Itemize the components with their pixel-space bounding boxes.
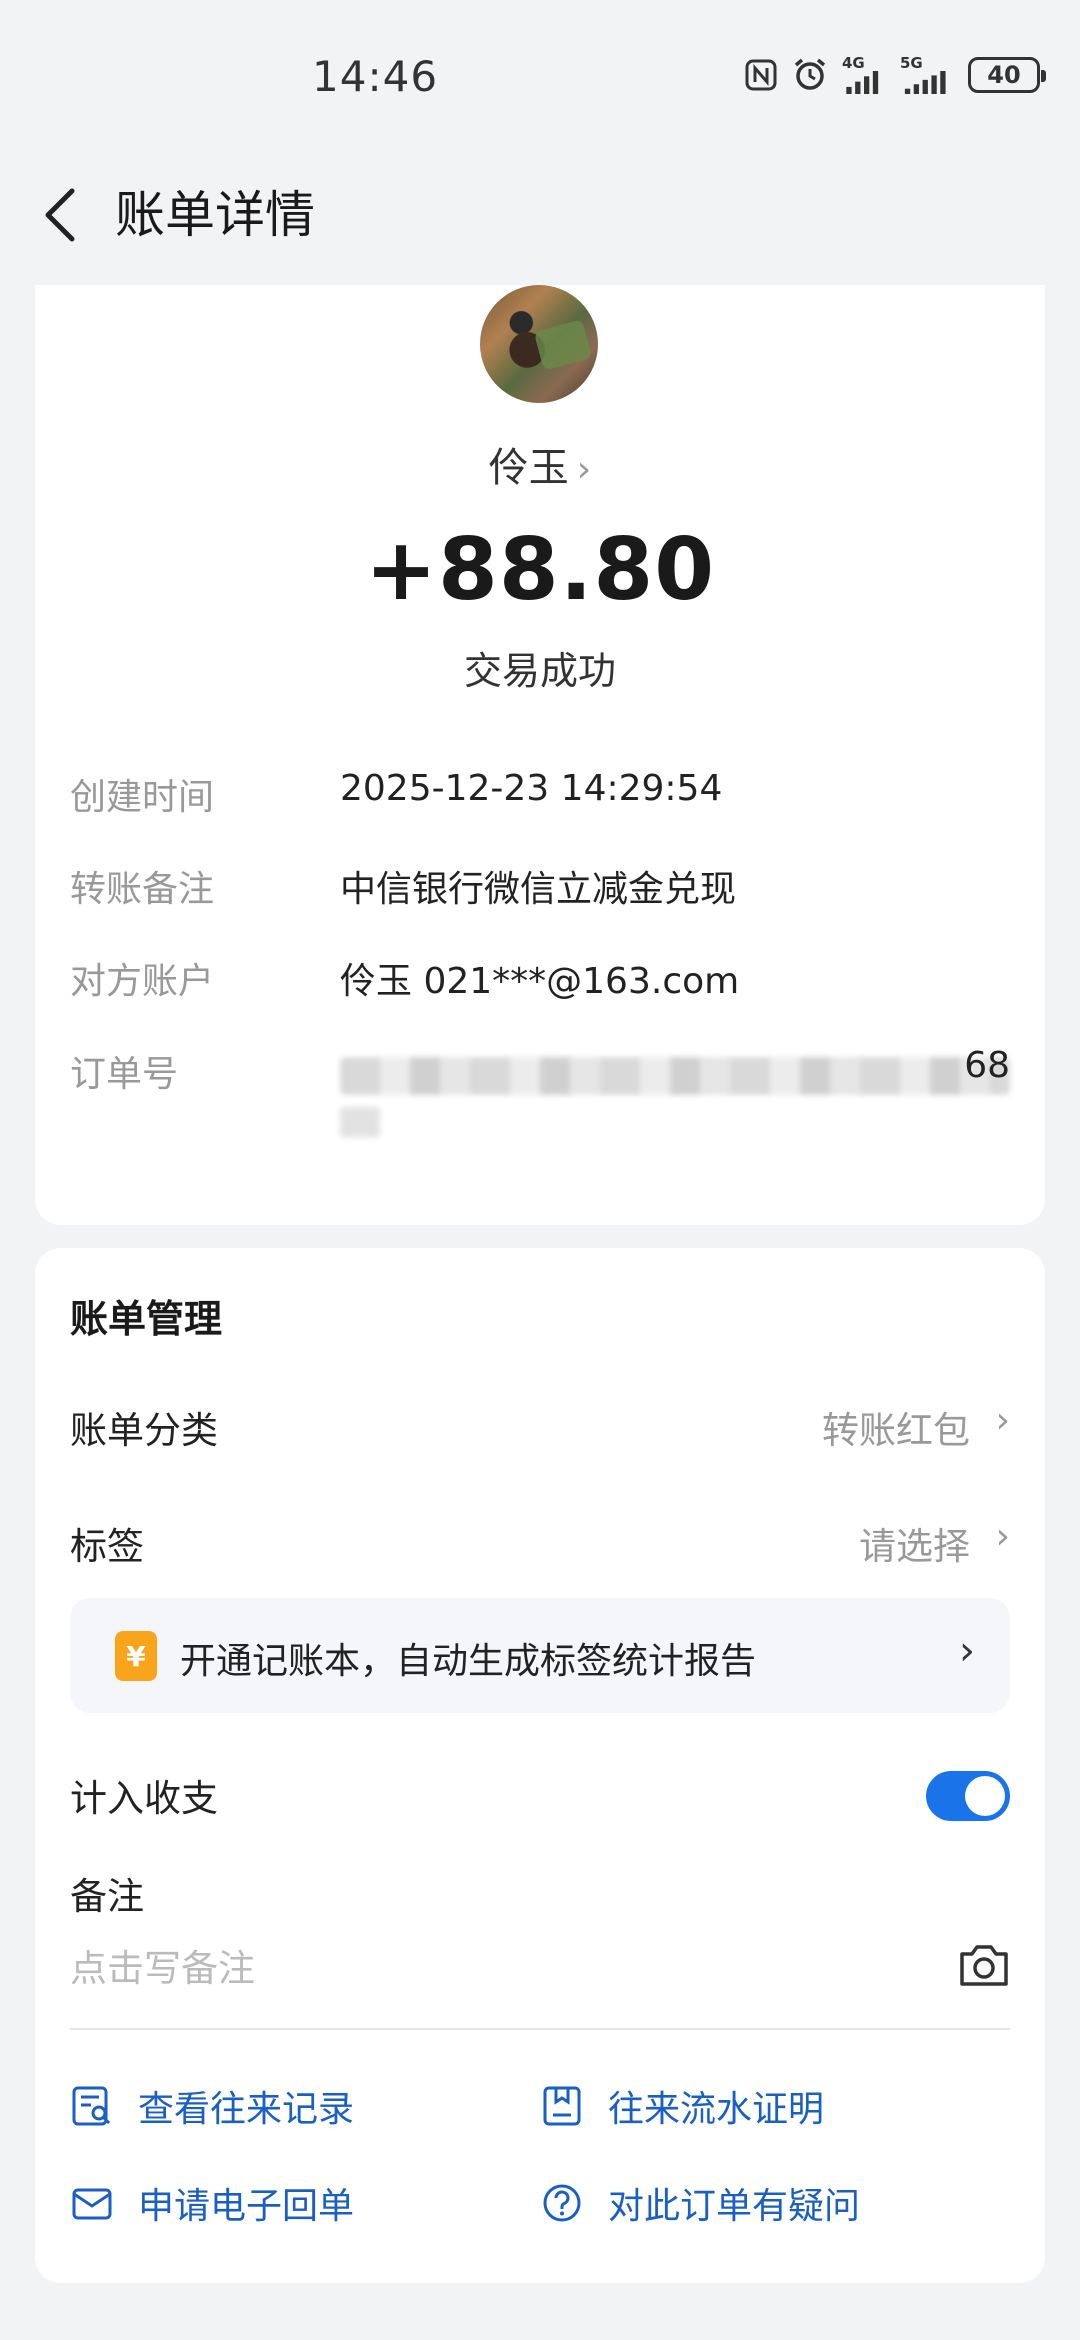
net-label-5g: 5G — [900, 54, 923, 72]
transaction-status: 交易成功 — [463, 649, 616, 693]
promo-text: 开通记账本，自动生成标签统计报告 — [180, 1641, 757, 1682]
signal-5g-icon: 5G — [900, 56, 954, 94]
bill-management-card: 账单管理 账单分类 转账红包 › 标签 请选择 › ¥ 开通记账本，自动生成标签… — [35, 1248, 1045, 2283]
battery-level: 40 — [987, 61, 1021, 89]
question-icon — [540, 2181, 584, 2225]
bill-category-row[interactable]: 账单分类 转账红包 › — [70, 1400, 1010, 1460]
chevron-right-icon: › — [959, 1628, 975, 1674]
record-search-icon — [70, 2084, 114, 2128]
note-input[interactable]: 点击写备注 — [70, 1938, 255, 1992]
status-bar: 14:46 4G 5G 40 — [0, 0, 1080, 150]
detail-label: 转账备注 — [70, 869, 215, 910]
nfc-icon — [744, 56, 778, 94]
yuan-note-icon: ¥ — [115, 1631, 157, 1681]
action-label: 对此订单有疑问 — [608, 2186, 861, 2227]
status-time: 14:46 — [312, 52, 439, 101]
income-expense-row: 计入收支 — [70, 1768, 1010, 1828]
detail-label: 对方账户 — [70, 961, 215, 1002]
tag-row[interactable]: 标签 请选择 › — [70, 1516, 1010, 1576]
mail-icon — [70, 2181, 114, 2225]
order-number-tail[interactable]: 68 — [964, 1045, 1010, 1086]
battery-icon: 40 — [968, 57, 1046, 93]
note-row: 备注 — [70, 1866, 1010, 1926]
status-icons: 4G 5G 40 — [744, 56, 1046, 94]
income-expense-label: 计入收支 — [70, 1777, 218, 1820]
transaction-card: 伶玉 › +88.80 交易成功 创建时间 2025-12-23 14:29:54… — [35, 285, 1045, 1225]
detail-label: 创建时间 — [70, 777, 215, 818]
transaction-amount: +88.80 — [364, 520, 716, 620]
order-number-redacted-line2 — [340, 1107, 380, 1137]
action-label: 查看往来记录 — [138, 2089, 355, 2130]
tag-value: 请选择 — [859, 1525, 970, 1568]
income-expense-toggle[interactable] — [926, 1771, 1010, 1821]
chevron-right-icon: › — [576, 449, 592, 490]
chevron-left-icon — [45, 188, 75, 242]
bill-category-label: 账单分类 — [70, 1409, 218, 1452]
detail-value[interactable]: 2025-12-23 14:29:54 — [340, 768, 722, 809]
avatar[interactable] — [480, 285, 598, 403]
chevron-right-icon: › — [995, 1400, 1010, 1441]
bookkeeping-promo-banner[interactable]: ¥ 开通记账本，自动生成标签统计报告 › — [70, 1598, 1010, 1713]
payee-link[interactable]: 伶玉 › — [35, 435, 1045, 493]
divider — [70, 2028, 1010, 2030]
bill-category-value: 转账红包 — [822, 1409, 970, 1452]
note-label: 备注 — [70, 1875, 144, 1918]
payee-name: 伶玉 — [488, 445, 569, 491]
action-label: 申请电子回单 — [138, 2186, 355, 2227]
alarm-icon — [792, 56, 828, 94]
e-receipt-button[interactable]: 申请电子回单 — [70, 2175, 354, 2231]
section-title: 账单管理 — [70, 1297, 223, 1341]
camera-icon[interactable] — [958, 1940, 1010, 1988]
page-title: 账单详情 — [115, 186, 315, 244]
transaction-proof-button[interactable]: 往来流水证明 — [540, 2078, 824, 2134]
detail-value[interactable]: 中信银行微信立减金兑现 — [340, 860, 736, 912]
detail-row-order-number: 订单号 68 — [70, 1045, 1010, 1155]
header: 账单详情 — [0, 150, 1080, 280]
action-label: 往来流水证明 — [608, 2089, 825, 2130]
tag-label: 标签 — [70, 1525, 144, 1568]
order-number-redacted — [340, 1057, 1010, 1095]
order-question-button[interactable]: 对此订单有疑问 — [540, 2175, 860, 2231]
document-icon — [540, 2084, 584, 2128]
signal-4g-icon: 4G — [842, 56, 886, 94]
net-label-4g: 4G — [842, 54, 865, 72]
detail-value[interactable]: 伶玉 021***@163.com — [340, 952, 739, 1004]
view-history-button[interactable]: 查看往来记录 — [70, 2078, 354, 2134]
detail-label: 订单号 — [70, 1054, 179, 1095]
back-button[interactable] — [30, 180, 90, 250]
chevron-right-icon: › — [995, 1516, 1010, 1557]
